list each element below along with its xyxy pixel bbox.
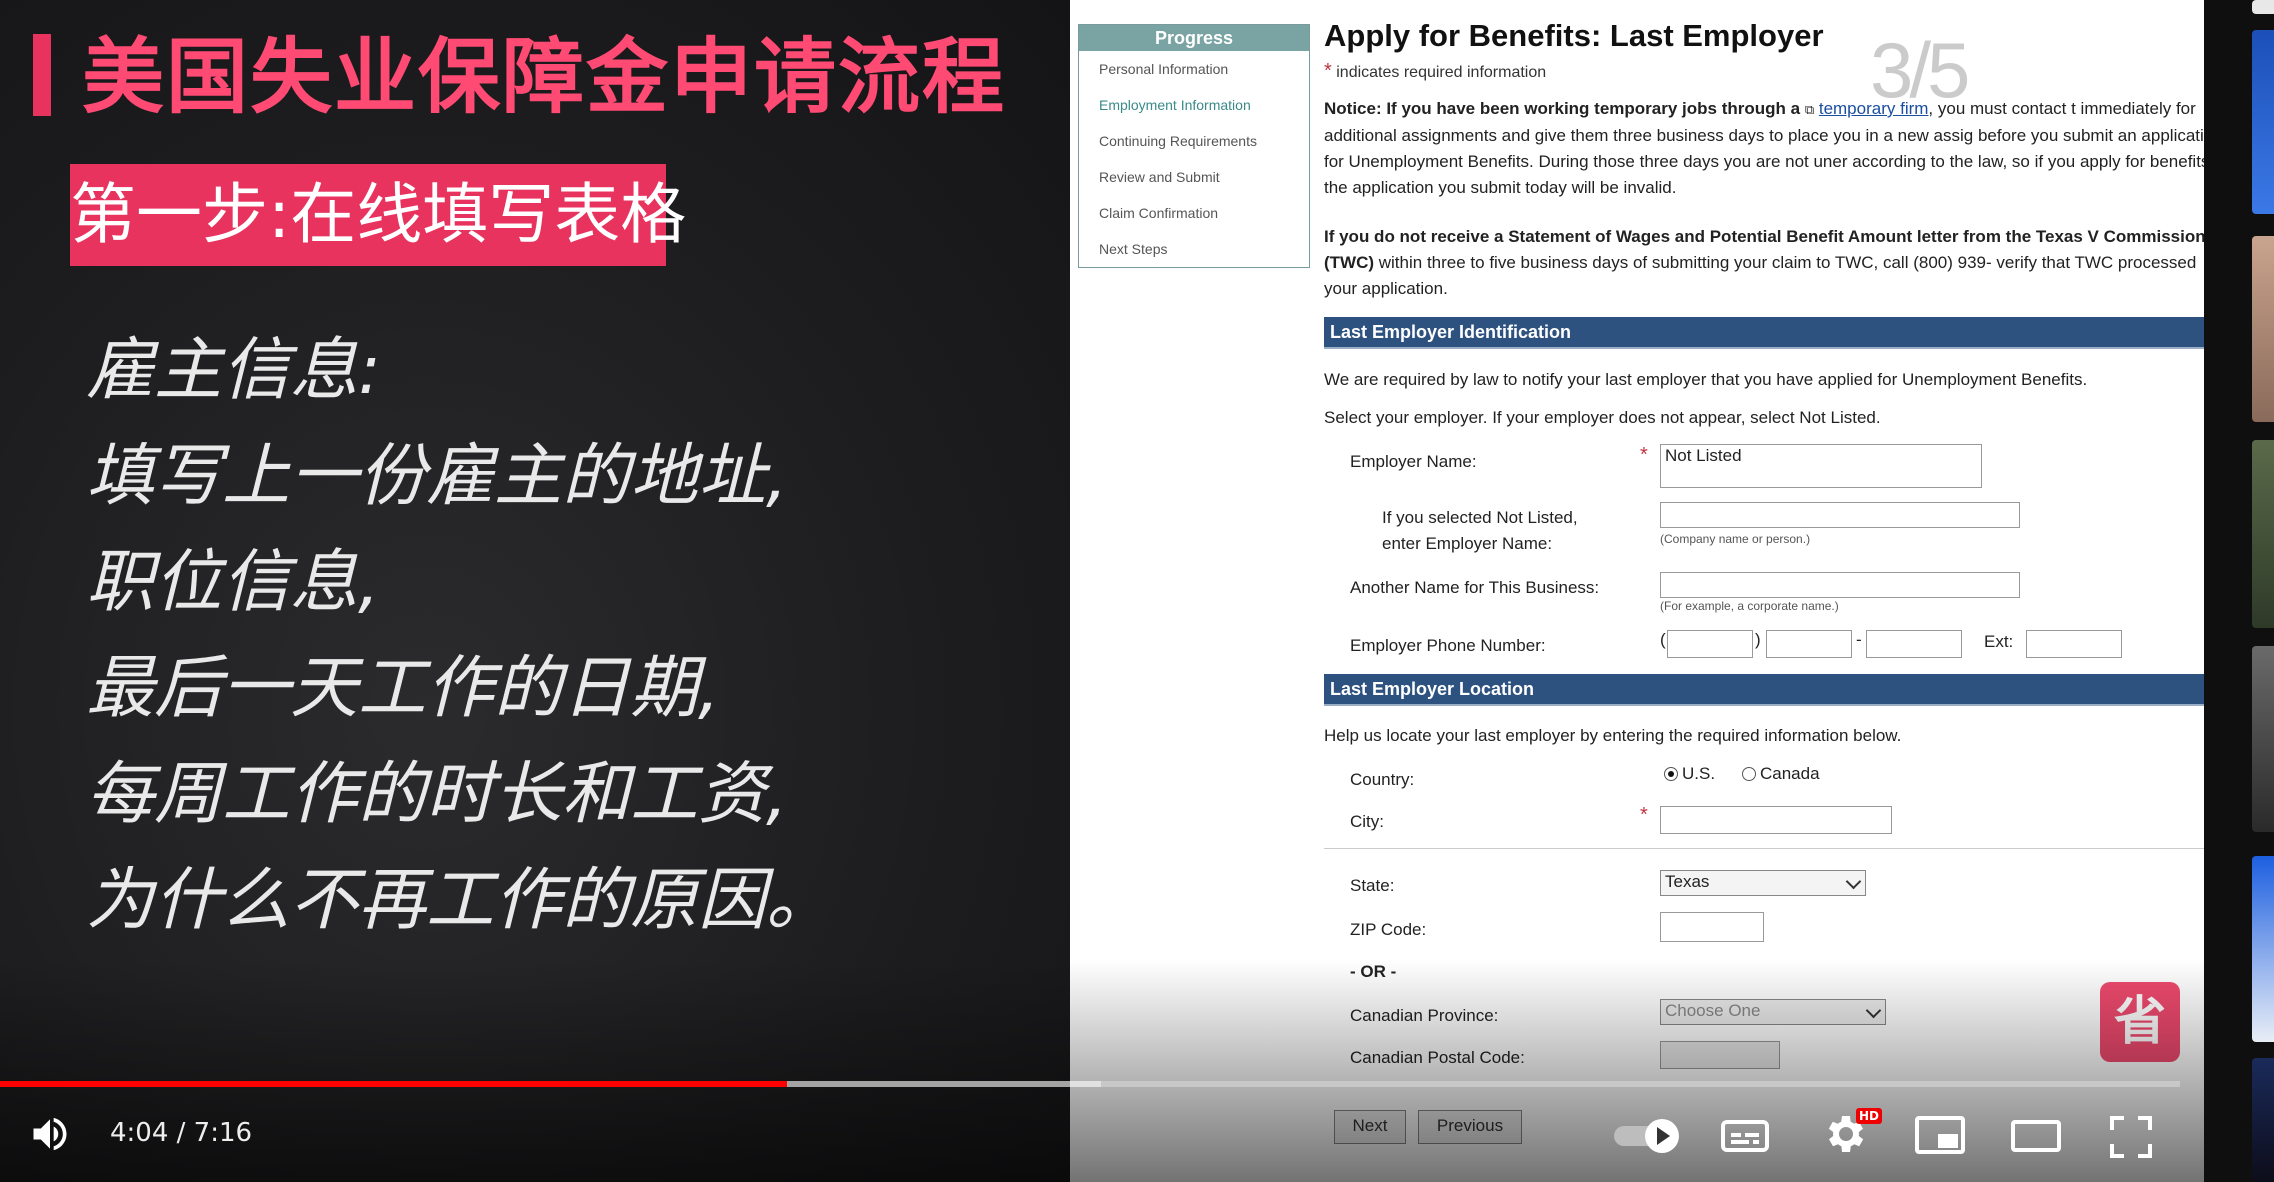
- volume-icon[interactable]: [28, 1112, 72, 1160]
- canadian-province-label: Canadian Province:: [1350, 1006, 1499, 1025]
- section1-instruction: Select your employer. If your employer d…: [1324, 408, 1881, 427]
- not-listed-employer-input[interactable]: [1660, 502, 2020, 528]
- wage-statement-notice: If you do not receive a Statement of Wag…: [1324, 224, 2204, 302]
- state-label: State:: [1350, 876, 1395, 895]
- employer-name-field[interactable]: Not Listed: [1660, 444, 1982, 488]
- progress-title: Progress: [1079, 25, 1309, 51]
- city-input[interactable]: [1660, 806, 1892, 834]
- theater-mode-icon[interactable]: [2010, 1116, 2062, 1160]
- phone-label: Employer Phone Number:: [1350, 636, 1546, 655]
- progress-played: [0, 1081, 788, 1087]
- next-button[interactable]: Next: [1334, 1110, 1406, 1144]
- autoplay-toggle-icon[interactable]: [1612, 1116, 1684, 1160]
- notice-lead: Notice: If you have been working tempora…: [1324, 99, 1801, 118]
- recommendation-thumbnail[interactable]: [2252, 1058, 2274, 1182]
- required-note: * indicates required information: [1324, 60, 1546, 83]
- phone-open-paren: (: [1660, 630, 1666, 649]
- canadian-postal-input[interactable]: [1660, 1041, 1780, 1069]
- note-line: 填写上一份雇主的地址,: [86, 437, 788, 516]
- zip-label: ZIP Code:: [1350, 920, 1427, 939]
- province-select-value: Choose One: [1665, 1001, 1761, 1020]
- required-star-icon: *: [1640, 804, 1648, 826]
- note-line: 最后一天工作的日期,: [86, 649, 720, 728]
- progress-item: Continuing Requirements: [1099, 133, 1257, 149]
- slide-notes: 雇主信息: 填写上一份雇主的地址, 职位信息, 最后一天工作的日期, 每周工作的…: [86, 318, 834, 954]
- subtitles-icon[interactable]: [1720, 1116, 1770, 1160]
- slide-left-panel: 美国失业保障金申请流程 第一步:在线填写表格 雇主信息: 填写上一份雇主的地址,…: [0, 0, 1070, 1182]
- country-label: Country:: [1350, 770, 1415, 789]
- title-accent-bar: [33, 34, 51, 116]
- progress-item: Next Steps: [1099, 241, 1168, 257]
- state-select[interactable]: Texas: [1660, 870, 1866, 896]
- chevron-down-icon: [1845, 873, 1862, 890]
- save-badge[interactable]: 省: [2100, 982, 2180, 1062]
- section-last-employer-identification: Last Employer Identification: [1324, 317, 2204, 349]
- recommendation-thumbnail[interactable]: [2252, 856, 2274, 1042]
- progress-panel: Progress Personal Information Employment…: [1078, 24, 1310, 268]
- note-line: 雇主信息:: [86, 331, 381, 410]
- canadian-province-select[interactable]: Choose One: [1660, 999, 1886, 1025]
- form-screenshot: Progress Personal Information Employment…: [1070, 0, 2204, 1182]
- recommendation-thumbnail[interactable]: [2252, 30, 2274, 214]
- progress-item: Personal Information: [1099, 61, 1229, 77]
- country-us-radio[interactable]: [1664, 767, 1678, 781]
- recommendation-thumbnail[interactable]: [2252, 646, 2274, 832]
- phone-close-paren: ): [1755, 630, 1761, 649]
- another-name-hint: (For example, a corporate name.): [1660, 599, 1839, 613]
- progress-bar[interactable]: [0, 1081, 2180, 1087]
- notice-paragraph: Notice: If you have been working tempora…: [1324, 96, 2204, 201]
- note-line: 每周工作的时长和工资,: [86, 755, 788, 834]
- divider: [1324, 848, 2204, 849]
- not-listed-label-line1: If you selected Not Listed,: [1382, 508, 1578, 527]
- country-canada-label: Canada: [1760, 764, 1820, 783]
- phone-dash: -: [1856, 630, 1862, 649]
- required-note-text: indicates required information: [1336, 64, 1547, 81]
- slide-title: 美国失业保障金申请流程: [82, 29, 1007, 125]
- note-line: 职位信息,: [86, 543, 380, 622]
- not-listed-hint: (Company name or person.): [1660, 532, 1811, 546]
- form-page-title: Apply for Benefits: Last Employer: [1324, 18, 1824, 53]
- recommendation-thumbnail[interactable]: [2252, 0, 2274, 14]
- canadian-postal-label: Canadian Postal Code:: [1350, 1048, 1525, 1067]
- phone-prefix-input[interactable]: [1766, 630, 1852, 658]
- note-line: 为什么不再工作的原因。: [86, 861, 835, 940]
- recommendation-strip: [2204, 0, 2274, 1182]
- country-canada-radio[interactable]: [1742, 767, 1756, 781]
- required-star-icon: *: [1324, 60, 1332, 82]
- temporary-firm-link: temporary firm: [1818, 99, 1929, 118]
- zip-code-input[interactable]: [1660, 912, 1764, 942]
- hd-badge: HD: [1856, 1108, 1883, 1124]
- progress-item-current: Employment Information: [1099, 97, 1251, 113]
- phone-area-code-input[interactable]: [1667, 630, 1753, 658]
- phone-line-input[interactable]: [1866, 630, 1962, 658]
- section-last-employer-location: Last Employer Location: [1324, 674, 2204, 706]
- section1-text: We are required by law to notify your la…: [1324, 370, 2088, 389]
- chevron-down-icon: [1865, 1002, 1882, 1019]
- state-select-value: Texas: [1665, 872, 1710, 891]
- step-badge: 第一步:在线填写表格: [70, 164, 686, 266]
- section2-text: Help us locate your last employer by ent…: [1324, 726, 1902, 745]
- ext-label: Ext:: [1984, 632, 2014, 651]
- progress-item: Review and Submit: [1099, 169, 1220, 185]
- previous-button[interactable]: Previous: [1418, 1110, 1522, 1144]
- miniplayer-icon[interactable]: [1914, 1114, 1966, 1160]
- notice2-rest: within three to five business days of su…: [1324, 253, 2197, 298]
- video-player[interactable]: 美国失业保障金申请流程 第一步:在线填写表格 雇主信息: 填写上一份雇主的地址,…: [0, 0, 2204, 1182]
- city-label: City:: [1350, 812, 1384, 831]
- country-us-label: U.S.: [1682, 764, 1716, 783]
- or-separator: - OR -: [1350, 962, 1397, 981]
- fullscreen-icon[interactable]: [2108, 1114, 2154, 1164]
- recommendation-thumbnail[interactable]: [2252, 440, 2274, 628]
- another-name-input[interactable]: [1660, 572, 2020, 598]
- required-star-icon: *: [1640, 444, 1648, 466]
- another-name-label: Another Name for This Business:: [1350, 578, 1600, 597]
- progress-item: Claim Confirmation: [1099, 205, 1219, 221]
- phone-ext-input[interactable]: [2026, 630, 2122, 658]
- recommendation-thumbnail[interactable]: [2252, 236, 2274, 422]
- not-listed-label-line2: enter Employer Name:: [1382, 534, 1553, 553]
- time-display: 4:04 / 7:16: [110, 1118, 253, 1148]
- employer-name-label: Employer Name:: [1350, 452, 1477, 471]
- external-link-icon: ⧉: [1804, 102, 1815, 117]
